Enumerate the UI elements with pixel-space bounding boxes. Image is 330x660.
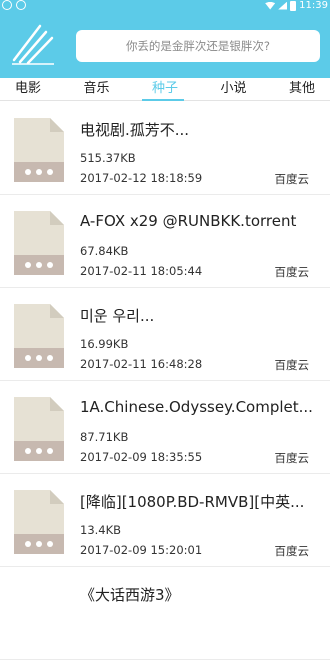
- file-name: 미운 우리...: [80, 307, 155, 325]
- file-size: 67.84KB: [80, 244, 129, 258]
- file-date: 2017-02-09 15:20:01: [80, 543, 203, 557]
- app-header: 11:39 你丢的是金胖次还是银胖次?: [0, 0, 330, 78]
- file-icon: [14, 304, 64, 368]
- clock-text: 11:39: [299, 0, 328, 11]
- active-tab-indicator: [142, 99, 184, 101]
- file-source: 百度云: [274, 265, 310, 279]
- file-source: 百度云: [274, 172, 310, 186]
- search-input[interactable]: 你丢的是金胖次还是银胖次?: [76, 30, 320, 62]
- list-item[interactable]: 《大话西游3》: [0, 567, 330, 660]
- file-date: 2017-02-12 18:18:59: [80, 171, 203, 185]
- list-item[interactable]: 电视剧.孤芳不... 515.37KB 2017-02-12 18:18:59 …: [0, 102, 330, 195]
- app-logo-icon[interactable]: [10, 16, 56, 66]
- file-list: 电视剧.孤芳不... 515.37KB 2017-02-12 18:18:59 …: [0, 102, 330, 660]
- list-item[interactable]: 미운 우리... 16.99KB 2017-02-11 16:48:28 百度云: [0, 288, 330, 381]
- notification-icon: [2, 0, 12, 10]
- notification-icon: [16, 0, 26, 10]
- file-icon: [14, 211, 64, 275]
- file-date: 2017-02-11 18:05:44: [80, 264, 203, 278]
- list-item[interactable]: 1A.Chinese.Odyssey.Complet... 87.71KB 20…: [0, 381, 330, 474]
- tab-other[interactable]: 其他: [289, 78, 315, 100]
- file-size: 87.71KB: [80, 430, 129, 444]
- tab-movies[interactable]: 电影: [15, 78, 41, 100]
- tab-novels[interactable]: 小说: [220, 78, 246, 100]
- file-name: 1A.Chinese.Odyssey.Complet...: [80, 398, 313, 416]
- category-tabs: 电影 音乐 种子 小说 其他: [0, 78, 330, 101]
- file-name: 《大话西游3》: [80, 586, 180, 604]
- tab-music[interactable]: 音乐: [83, 78, 109, 100]
- battery-icon: [290, 0, 297, 11]
- file-source: 百度云: [274, 544, 310, 558]
- status-bar: 11:39: [0, 0, 330, 12]
- file-source: 百度云: [274, 451, 310, 465]
- notification-icons: [2, 0, 26, 10]
- list-item[interactable]: A-FOX x29 @RUNBKK.torrent 67.84KB 2017-0…: [0, 195, 330, 288]
- file-size: 13.4KB: [80, 523, 122, 537]
- file-name: [降临][1080P.BD-RMVB][中英...: [80, 493, 305, 511]
- file-icon: [14, 490, 64, 554]
- signal-icon: [278, 1, 288, 10]
- file-name: A-FOX x29 @RUNBKK.torrent: [80, 212, 297, 230]
- file-name: 电视剧.孤芳不...: [80, 121, 190, 139]
- file-date: 2017-02-11 16:48:28: [80, 357, 203, 371]
- file-date: 2017-02-09 18:35:55: [80, 450, 203, 464]
- tab-torrents[interactable]: 种子: [152, 78, 178, 100]
- file-size: 16.99KB: [80, 337, 129, 351]
- file-icon: [14, 397, 64, 461]
- wifi-icon: [265, 1, 276, 10]
- file-icon: [14, 118, 64, 182]
- file-size: 515.37KB: [80, 151, 136, 165]
- file-source: 百度云: [274, 358, 310, 372]
- list-item[interactable]: [降临][1080P.BD-RMVB][中英... 13.4KB 2017-02…: [0, 474, 330, 567]
- status-indicators: 11:39: [265, 0, 328, 11]
